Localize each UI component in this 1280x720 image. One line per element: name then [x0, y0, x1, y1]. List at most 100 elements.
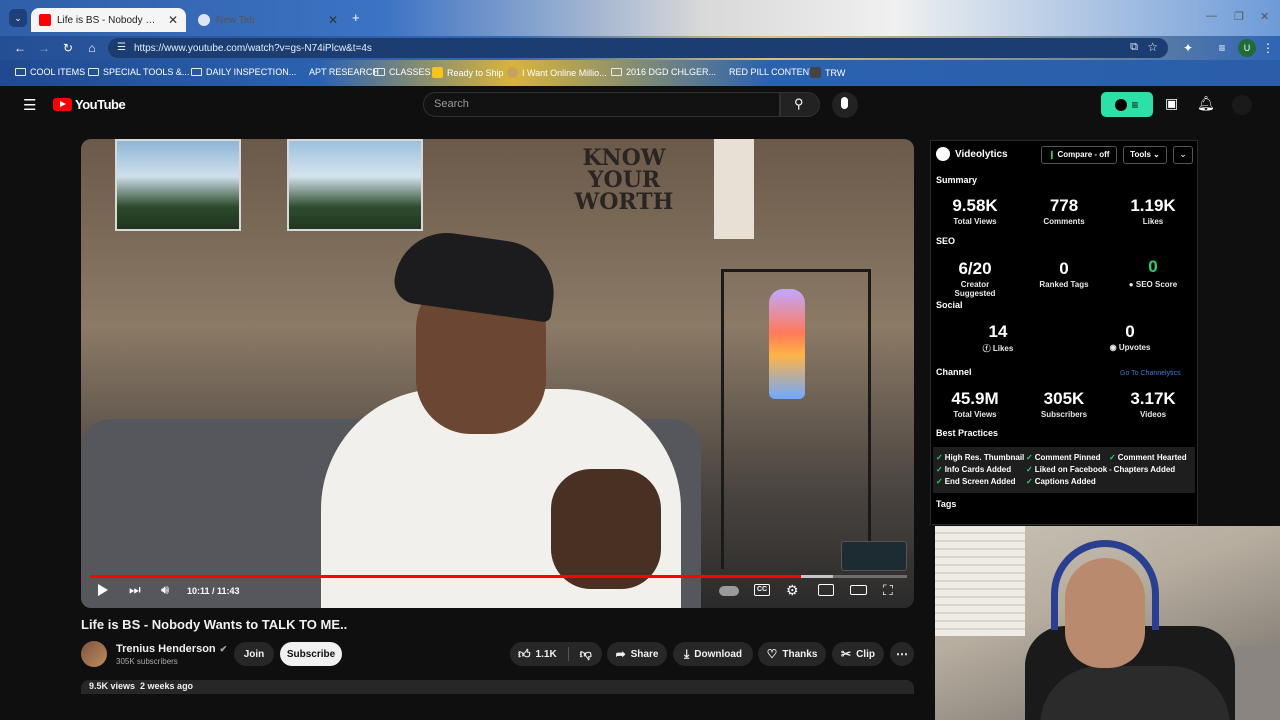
microphone-icon	[841, 97, 848, 109]
folder-icon	[374, 68, 385, 76]
search-button[interactable]: ⚲	[780, 92, 820, 117]
back-icon[interactable]: ←	[12, 40, 28, 56]
miniplayer-icon[interactable]	[818, 584, 834, 596]
person-hand	[551, 469, 661, 589]
youtube-header: ☰ YouTube Search ⚲ ≡ ▣ 🔔︎	[0, 86, 1280, 126]
stat-channel-views: 45.9M Total Views	[951, 389, 999, 419]
site-info-icon[interactable]: ☰	[117, 42, 126, 53]
videolytics-logo-icon	[1115, 98, 1128, 111]
time-display: 10:11 / 11:43	[187, 586, 240, 596]
chevron-down-icon: ⌄	[1153, 150, 1160, 159]
volume-icon[interactable]: 🔊︎	[161, 582, 169, 598]
lava-lamp	[769, 289, 805, 399]
clip-button[interactable]: ✂︎ Clip	[832, 642, 884, 666]
bookmark-cool-items[interactable]: COOL ITEMS	[15, 67, 85, 77]
share-button[interactable]: ➦ Share	[607, 642, 667, 666]
end-screen-thumbnail[interactable]	[841, 541, 907, 571]
tab-youtube-video[interactable]: Life is BS - Nobody Wants to TALK TO ME.…	[31, 8, 186, 32]
install-app-icon[interactable]: ⧉	[1130, 41, 1138, 54]
like-dislike-group: 👍︎ 1.1K 👎︎	[510, 642, 602, 666]
collapse-panel-button[interactable]: ⌄	[1173, 146, 1193, 164]
hamburger-menu-icon[interactable]: ☰	[23, 96, 36, 114]
folder-icon	[714, 68, 725, 76]
extensions-puzzle-icon[interactable]: ✦	[1180, 40, 1196, 56]
settings-gear-icon[interactable]: ⚙︎	[786, 582, 799, 599]
bookmark-classes[interactable]: CLASSES	[374, 67, 431, 77]
thanks-heart-icon: ♡	[766, 647, 778, 661]
stat-upvotes: 0 ◉ Upvotes	[1109, 322, 1151, 352]
bookmark-ready-to-ship[interactable]: Ready to Ship	[432, 67, 504, 78]
channel-name[interactable]: Trenius Henderson ✔	[116, 643, 227, 655]
search-input[interactable]: Search	[423, 92, 780, 117]
bookmark-apt-research[interactable]: APT RESEARCH	[294, 67, 379, 77]
window-minimize-icon[interactable]: —	[1206, 10, 1217, 22]
search-icon: ⚲	[794, 96, 804, 111]
bookmark-trw[interactable]: TRW	[810, 67, 845, 78]
subscribe-button[interactable]: Subscribe	[280, 642, 342, 666]
subscriber-count: 305K subscribers	[116, 657, 178, 666]
bp-captions: ✓ Captions Added	[1026, 477, 1096, 486]
download-button[interactable]: ⤓ Download	[673, 642, 753, 666]
bookmark-special-tools[interactable]: SPECIAL TOOLS &...	[88, 67, 189, 77]
tab-close-icon[interactable]: ✕	[168, 13, 178, 27]
window-restore-icon[interactable]: ❐	[1234, 10, 1244, 23]
folder-icon	[611, 68, 622, 76]
bookmark-online-millions[interactable]: I Want Online Millio...	[507, 67, 607, 78]
reddit-icon: ◉	[1109, 343, 1117, 352]
bookmark-star-icon[interactable]: ☆	[1147, 40, 1158, 54]
bp-high-res-thumbnail: ✓ High Res. Thumbnail	[936, 453, 1025, 462]
go-to-channelytics-link[interactable]: Go To Channelytics	[1120, 370, 1181, 377]
bookmark-dgd-challenger[interactable]: 2016 DGD CHLGER...	[611, 67, 716, 77]
bookmark-red-pill[interactable]: RED PILL CONTENT	[714, 67, 815, 77]
folder-icon	[294, 68, 305, 76]
next-video-icon[interactable]: ⏭︎	[129, 582, 141, 598]
videolytics-toggle-button[interactable]: ≡	[1101, 92, 1153, 117]
tab-new-tab[interactable]: New Tab ✕	[190, 8, 346, 32]
tools-dropdown[interactable]: Tools ⌄	[1123, 146, 1167, 164]
verified-check-icon: ✔	[219, 643, 228, 654]
youtube-logo[interactable]: YouTube	[53, 97, 126, 112]
stat-likes: 1.19K Likes	[1130, 196, 1176, 226]
bp-comment-hearted: ✓ Comment Hearted	[1109, 453, 1187, 462]
address-bar[interactable]: ☰ https://www.youtube.com/watch?v=gs-N74…	[108, 38, 1168, 58]
description-box[interactable]: 9.5K views 2 weeks ago	[81, 680, 914, 694]
tab-close-icon[interactable]: ✕	[328, 13, 338, 27]
captions-icon[interactable]: CC	[754, 584, 770, 596]
join-button[interactable]: Join	[234, 642, 274, 666]
divider	[567, 647, 569, 661]
download-icon: ⤓	[683, 646, 690, 661]
reload-icon[interactable]: ↻	[60, 40, 76, 56]
more-actions-button[interactable]: ⋯	[890, 642, 914, 666]
stat-social-likes: 14 ⓕ Likes	[982, 322, 1014, 353]
video-player[interactable]: KNOW YOUR WORTH ⏭︎ 🔊︎ 10:11 / 11:43 CC ⚙…	[81, 139, 914, 608]
home-icon[interactable]: ⌂	[84, 40, 100, 56]
folder-icon	[191, 68, 202, 76]
media-controls-icon[interactable]: ≡	[1214, 40, 1230, 56]
video-title: Life is BS - Nobody Wants to TALK TO ME.…	[81, 617, 348, 632]
create-video-icon[interactable]: ▣	[1165, 95, 1178, 112]
profile-avatar[interactable]: U	[1238, 39, 1256, 57]
compare-toggle-button[interactable]: ❙ Compare - off	[1041, 146, 1117, 164]
wall-painting-right	[287, 139, 423, 231]
forward-icon[interactable]: →	[36, 40, 52, 56]
bookmark-daily-inspection[interactable]: DAILY INSPECTION...	[191, 67, 296, 77]
voice-search-button[interactable]	[832, 92, 858, 118]
tab-search-button[interactable]: ⌄	[9, 9, 27, 27]
theater-mode-icon[interactable]	[850, 585, 867, 595]
autoplay-toggle[interactable]	[719, 586, 739, 596]
account-avatar[interactable]	[1232, 95, 1252, 115]
channel-avatar[interactable]	[81, 641, 107, 667]
stat-seo-score: 0 ● SEO Score	[1128, 257, 1178, 289]
thanks-button[interactable]: ♡ Thanks	[758, 642, 826, 666]
notifications-bell-icon[interactable]: 🔔︎	[1197, 95, 1215, 112]
video-progress-bar[interactable]	[90, 575, 907, 578]
fullscreen-icon[interactable]: ⛶	[883, 582, 893, 599]
window-close-icon[interactable]: ✕	[1260, 10, 1269, 23]
like-button[interactable]: 👍︎ 1.1K	[518, 647, 557, 662]
dislike-button[interactable]: 👎︎	[580, 647, 592, 662]
thumbs-up-icon: 👍︎	[518, 646, 531, 661]
play-icon[interactable]	[98, 584, 108, 596]
chrome-menu-icon[interactable]: ⋮	[1260, 40, 1276, 56]
videolytics-panel: Videolytics ❙ Compare - off Tools ⌄ ⌄ Su…	[930, 140, 1198, 525]
new-tab-plus-icon[interactable]: +	[352, 10, 360, 25]
